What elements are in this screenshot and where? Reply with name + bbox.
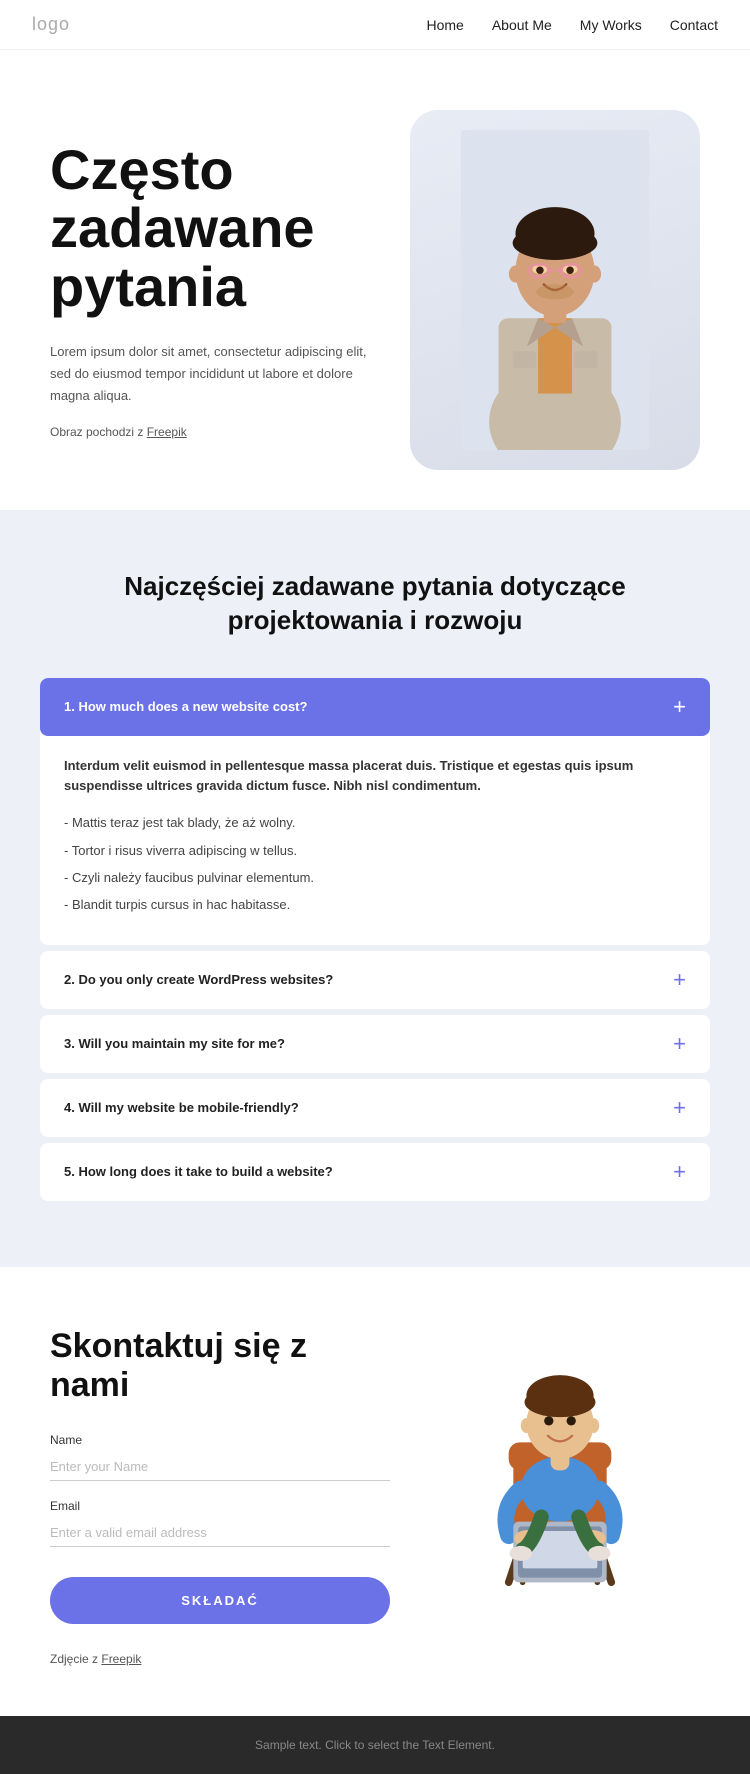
faq-answer-list-1: Mattis teraz jest tak blady, że aż wolny… <box>64 811 686 917</box>
contact-credit: Zdjęcie z Freepik <box>50 1652 390 1666</box>
faq-item-2: 2. Do you only create WordPress websites… <box>40 951 710 1009</box>
faq-question-3[interactable]: 3. Will you maintain my site for me? + <box>40 1015 710 1073</box>
footer: Sample text. Click to select the Text El… <box>0 1716 750 1774</box>
freepik-link[interactable]: Freepik <box>147 425 187 439</box>
faq-question-4[interactable]: 4. Will my website be mobile-friendly? + <box>40 1079 710 1137</box>
faq-list-item: Czyli należy faucibus pulvinar elementum… <box>64 866 686 889</box>
faq-question-5[interactable]: 5. How long does it take to build a webs… <box>40 1143 710 1201</box>
faq-question-text-2: 2. Do you only create WordPress websites… <box>64 972 333 987</box>
submit-button[interactable]: SKŁADAĆ <box>50 1577 390 1624</box>
faq-question-text-3: 3. Will you maintain my site for me? <box>64 1036 285 1051</box>
faq-question-text-5: 5. How long does it take to build a webs… <box>64 1164 333 1179</box>
faq-question-text-1: 1. How much does a new website cost? <box>64 699 307 714</box>
contact-form-area: Skontaktuj się z nami Name Email SKŁADAĆ… <box>50 1327 390 1666</box>
name-field-group: Name <box>50 1433 390 1481</box>
hero-title: Często zadawane pytania <box>50 141 390 317</box>
faq-question-2[interactable]: 2. Do you only create WordPress websites… <box>40 951 710 1009</box>
faq-list-item: Mattis teraz jest tak blady, że aż wolny… <box>64 811 686 834</box>
faq-answer-bold-1: Interdum velit euismod in pellentesque m… <box>64 756 686 798</box>
faq-answer-1: Interdum velit euismod in pellentesque m… <box>40 736 710 945</box>
faq-toggle-1: + <box>673 696 686 718</box>
name-label: Name <box>50 1433 390 1447</box>
faq-question-1[interactable]: 1. How much does a new website cost? + <box>40 678 710 736</box>
freepik-link-2[interactable]: Freepik <box>101 1652 141 1666</box>
faq-list-item: Blandit turpis cursus in hac habitasse. <box>64 893 686 916</box>
faq-item-5: 5. How long does it take to build a webs… <box>40 1143 710 1201</box>
nav-home[interactable]: Home <box>426 17 463 33</box>
hero-image <box>410 110 700 470</box>
contact-title: Skontaktuj się z nami <box>50 1327 390 1405</box>
faq-toggle-5: + <box>673 1161 686 1183</box>
faq-toggle-2: + <box>673 969 686 991</box>
faq-section-title: Najczęściej zadawane pytania dotyczące p… <box>85 570 665 638</box>
hero-person-illustration <box>455 130 655 450</box>
nav-about[interactable]: About Me <box>492 17 552 33</box>
nav-contact[interactable]: Contact <box>670 17 718 33</box>
name-input[interactable] <box>50 1453 390 1481</box>
hero-text: Często zadawane pytania Lorem ipsum dolo… <box>50 141 390 440</box>
faq-item-4: 4. Will my website be mobile-friendly? + <box>40 1079 710 1137</box>
contact-section: Skontaktuj się z nami Name Email SKŁADAĆ… <box>0 1267 750 1716</box>
faq-item-3: 3. Will you maintain my site for me? + <box>40 1015 710 1073</box>
hero-credit: Obraz pochodzi z Freepik <box>50 425 390 439</box>
hero-photo <box>410 110 700 470</box>
nav-links: Home About Me My Works Contact <box>426 17 718 33</box>
faq-toggle-3: + <box>673 1033 686 1055</box>
hero-description: Lorem ipsum dolor sit amet, consectetur … <box>50 341 390 407</box>
contact-image-area <box>420 1307 700 1587</box>
contact-person-illustration <box>450 1307 670 1587</box>
footer-text: Sample text. Click to select the Text El… <box>255 1738 495 1752</box>
faq-list-item: Tortor i risus viverra adipiscing w tell… <box>64 839 686 862</box>
email-field-group: Email <box>50 1499 390 1547</box>
nav-works[interactable]: My Works <box>580 17 642 33</box>
hero-section: Często zadawane pytania Lorem ipsum dolo… <box>0 50 750 510</box>
faq-question-text-4: 4. Will my website be mobile-friendly? <box>64 1100 299 1115</box>
faq-section: Najczęściej zadawane pytania dotyczące p… <box>0 510 750 1267</box>
email-label: Email <box>50 1499 390 1513</box>
faq-item-1: 1. How much does a new website cost? + I… <box>40 678 710 945</box>
logo: logo <box>32 14 70 35</box>
navbar: logo Home About Me My Works Contact <box>0 0 750 50</box>
faq-toggle-4: + <box>673 1097 686 1119</box>
email-input[interactable] <box>50 1519 390 1547</box>
